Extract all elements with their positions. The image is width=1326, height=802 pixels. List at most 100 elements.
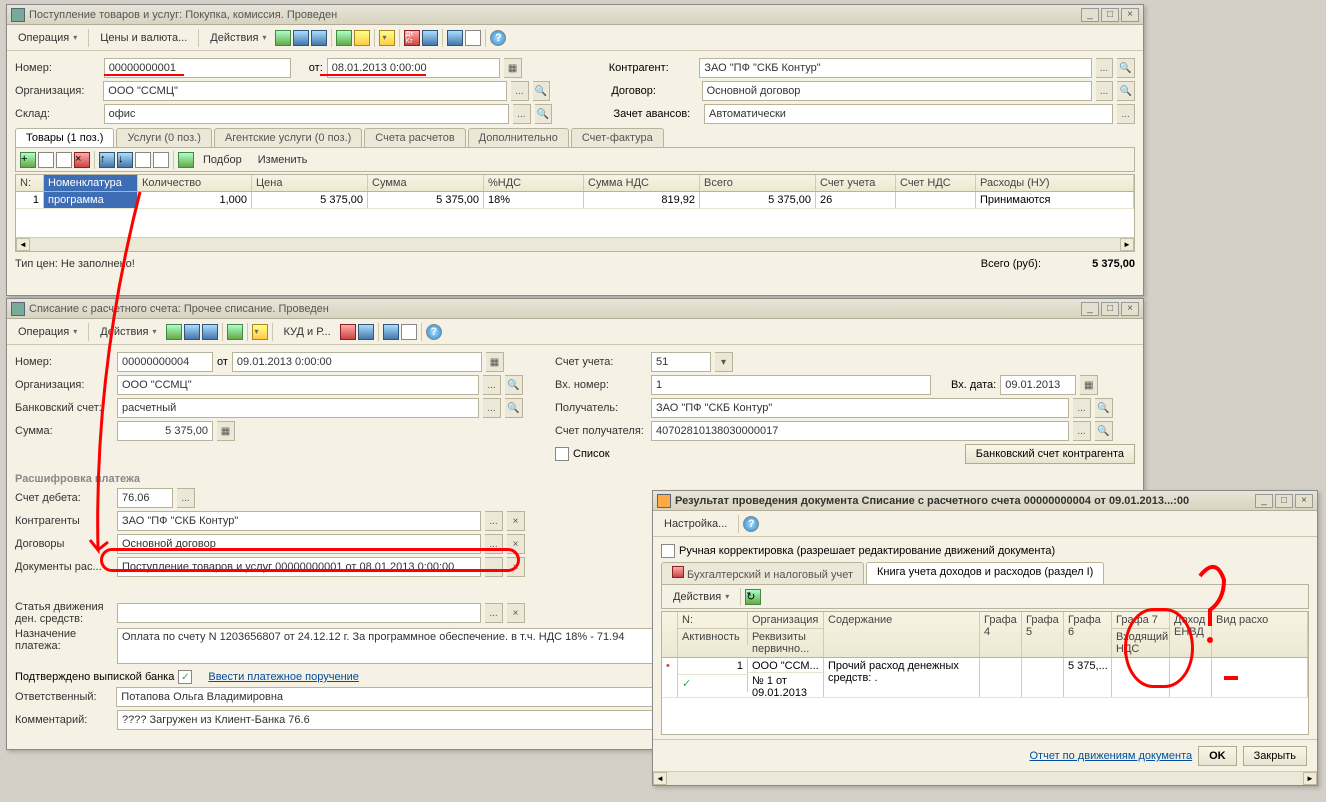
- contracts-dots[interactable]: ...: [485, 534, 503, 554]
- post-icon[interactable]: [275, 30, 291, 46]
- edit-row-icon[interactable]: [56, 152, 72, 168]
- debit-dots[interactable]: ...: [177, 488, 195, 508]
- col-nom[interactable]: Номенклатура: [44, 175, 138, 191]
- sort-asc-icon[interactable]: [135, 152, 151, 168]
- save-icon[interactable]: [293, 30, 309, 46]
- titlebar[interactable]: Результат проведения документа Списание …: [653, 491, 1317, 511]
- grid-row[interactable]: • 1 ✓ ООО "ССМ... № 1 от 09.01.2013 Проч…: [662, 658, 1308, 698]
- contracts-clear-icon[interactable]: ×: [507, 534, 525, 554]
- cashflow-dots[interactable]: ...: [485, 603, 503, 623]
- payee-acct-dots[interactable]: ...: [1073, 421, 1091, 441]
- tab-extra[interactable]: Дополнительно: [468, 128, 569, 147]
- up-icon[interactable]: ↑: [99, 152, 115, 168]
- tab-agent-services[interactable]: Агентские услуги (0 поз.): [214, 128, 362, 147]
- col-sumnds[interactable]: Сумма НДС: [584, 175, 700, 191]
- agent-dots[interactable]: ...: [1096, 58, 1114, 78]
- sum-input[interactable]: 5 375,00: [117, 421, 213, 441]
- col-g4[interactable]: Графа 4: [980, 612, 1022, 657]
- org-input[interactable]: ООО "ССМЦ": [117, 375, 479, 395]
- col-envd[interactable]: Доход ЕНВД: [1170, 612, 1212, 657]
- add-row-icon[interactable]: +: [20, 152, 36, 168]
- goods-grid[interactable]: N: Номенклатура Количество Цена Сумма %Н…: [15, 174, 1135, 252]
- confirmed-checkbox[interactable]: ✓: [178, 670, 192, 684]
- docs-clear-icon[interactable]: ×: [507, 557, 525, 577]
- delete-row-icon[interactable]: ×: [74, 152, 90, 168]
- dtkt-icon[interactable]: [340, 324, 356, 340]
- col-nds[interactable]: %НДС: [484, 175, 584, 191]
- close-button[interactable]: ×: [1121, 302, 1139, 316]
- payee-dots[interactable]: ...: [1073, 398, 1091, 418]
- post-icon[interactable]: [166, 324, 182, 340]
- actions-menu[interactable]: Действия: [666, 588, 736, 606]
- org-dots[interactable]: ...: [511, 81, 529, 101]
- agent-search-icon[interactable]: 🔍: [1117, 58, 1135, 78]
- minimize-button[interactable]: _: [1081, 302, 1099, 316]
- cashflow-input[interactable]: [117, 603, 481, 623]
- fill-icon[interactable]: [178, 152, 194, 168]
- vd-input[interactable]: 09.01.2013: [1000, 375, 1076, 395]
- refresh-icon[interactable]: [311, 30, 327, 46]
- col-price[interactable]: Цена: [252, 175, 368, 191]
- kud-button[interactable]: КУД и Р...: [277, 323, 338, 341]
- titlebar[interactable]: Поступление товаров и услуг: Покупка, ко…: [7, 5, 1143, 25]
- date-input[interactable]: 09.01.2013 0:00:00: [232, 352, 482, 372]
- actions-menu[interactable]: Действия: [203, 29, 273, 47]
- col-n[interactable]: N:: [678, 612, 748, 629]
- manual-checkbox[interactable]: [661, 544, 675, 558]
- warehouse-dots[interactable]: ...: [513, 104, 531, 124]
- col-sum[interactable]: Сумма: [368, 175, 484, 191]
- col-vnds[interactable]: Входящий НДС: [1112, 629, 1170, 657]
- change-button[interactable]: Изменить: [251, 151, 315, 169]
- warehouse-search-icon[interactable]: 🔍: [535, 104, 553, 124]
- help-icon[interactable]: ?: [490, 30, 506, 46]
- col-content[interactable]: Содержание: [824, 612, 980, 657]
- org-dots[interactable]: ...: [483, 375, 501, 395]
- agents-input[interactable]: ЗАО "ПФ "СКБ Контур": [117, 511, 481, 531]
- minimize-button[interactable]: _: [1081, 8, 1099, 22]
- payee-search-icon[interactable]: 🔍: [1095, 398, 1113, 418]
- settings-button[interactable]: Настройка...: [657, 515, 734, 533]
- payment-order-link[interactable]: Ввести платежное поручение: [208, 671, 359, 683]
- tab-invoice[interactable]: Счет-фактура: [571, 128, 664, 147]
- tab-goods[interactable]: Товары (1 поз.): [15, 128, 114, 147]
- bank-acct-button[interactable]: Банковский счет контрагента: [965, 444, 1135, 464]
- list-icon[interactable]: [401, 324, 417, 340]
- col-rash[interactable]: Расходы (НУ): [976, 175, 1134, 191]
- vn-input[interactable]: 1: [651, 375, 931, 395]
- sort-desc-icon[interactable]: [153, 152, 169, 168]
- tree-icon[interactable]: [447, 30, 463, 46]
- col-acct[interactable]: Счет учета: [816, 175, 896, 191]
- col-org[interactable]: Организация: [748, 612, 824, 629]
- result-grid[interactable]: N: Активность Организация Реквизиты перв…: [661, 611, 1309, 735]
- col-rek[interactable]: Реквизиты первично...: [748, 629, 824, 657]
- bank-search-icon[interactable]: 🔍: [505, 398, 523, 418]
- maximize-button[interactable]: □: [1101, 302, 1119, 316]
- grid-row[interactable]: 1 программа 1,000 5 375,00 5 375,00 18% …: [16, 192, 1134, 209]
- cashflow-clear-icon[interactable]: ×: [507, 603, 525, 623]
- tab-services[interactable]: Услуги (0 поз.): [116, 128, 211, 147]
- agents-dots[interactable]: ...: [485, 511, 503, 531]
- prices-button[interactable]: Цены и валюта...: [93, 29, 194, 47]
- contract-search-icon[interactable]: 🔍: [1117, 81, 1135, 101]
- contract-input[interactable]: Основной договор: [702, 81, 1092, 101]
- structure-icon[interactable]: [227, 324, 243, 340]
- col-acctnds[interactable]: Счет НДС: [896, 175, 976, 191]
- col-vr[interactable]: Вид расхо: [1212, 612, 1308, 657]
- create-icon[interactable]: [379, 30, 395, 46]
- col-total[interactable]: Всего: [700, 175, 816, 191]
- col-qty[interactable]: Количество: [138, 175, 252, 191]
- debit-input[interactable]: 76.06: [117, 488, 173, 508]
- podbor-button[interactable]: Подбор: [196, 151, 249, 169]
- minimize-button[interactable]: _: [1255, 494, 1273, 508]
- col-g7[interactable]: Графа 7: [1112, 612, 1170, 629]
- col-act[interactable]: Активность: [678, 629, 748, 645]
- help-icon[interactable]: ?: [743, 516, 759, 532]
- advance-dots[interactable]: ...: [1117, 104, 1135, 124]
- report-link[interactable]: Отчет по движениям документа: [1030, 750, 1193, 762]
- warehouse-input[interactable]: офис: [104, 104, 509, 124]
- org-input[interactable]: ООО "ССМЦ": [103, 81, 507, 101]
- docs-input[interactable]: Поступление товаров и услуг 00000000001 …: [117, 557, 481, 577]
- calc-icon[interactable]: ▦: [217, 421, 235, 441]
- org-search-icon[interactable]: 🔍: [533, 81, 551, 101]
- vd-cal-icon[interactable]: ▦: [1080, 375, 1098, 395]
